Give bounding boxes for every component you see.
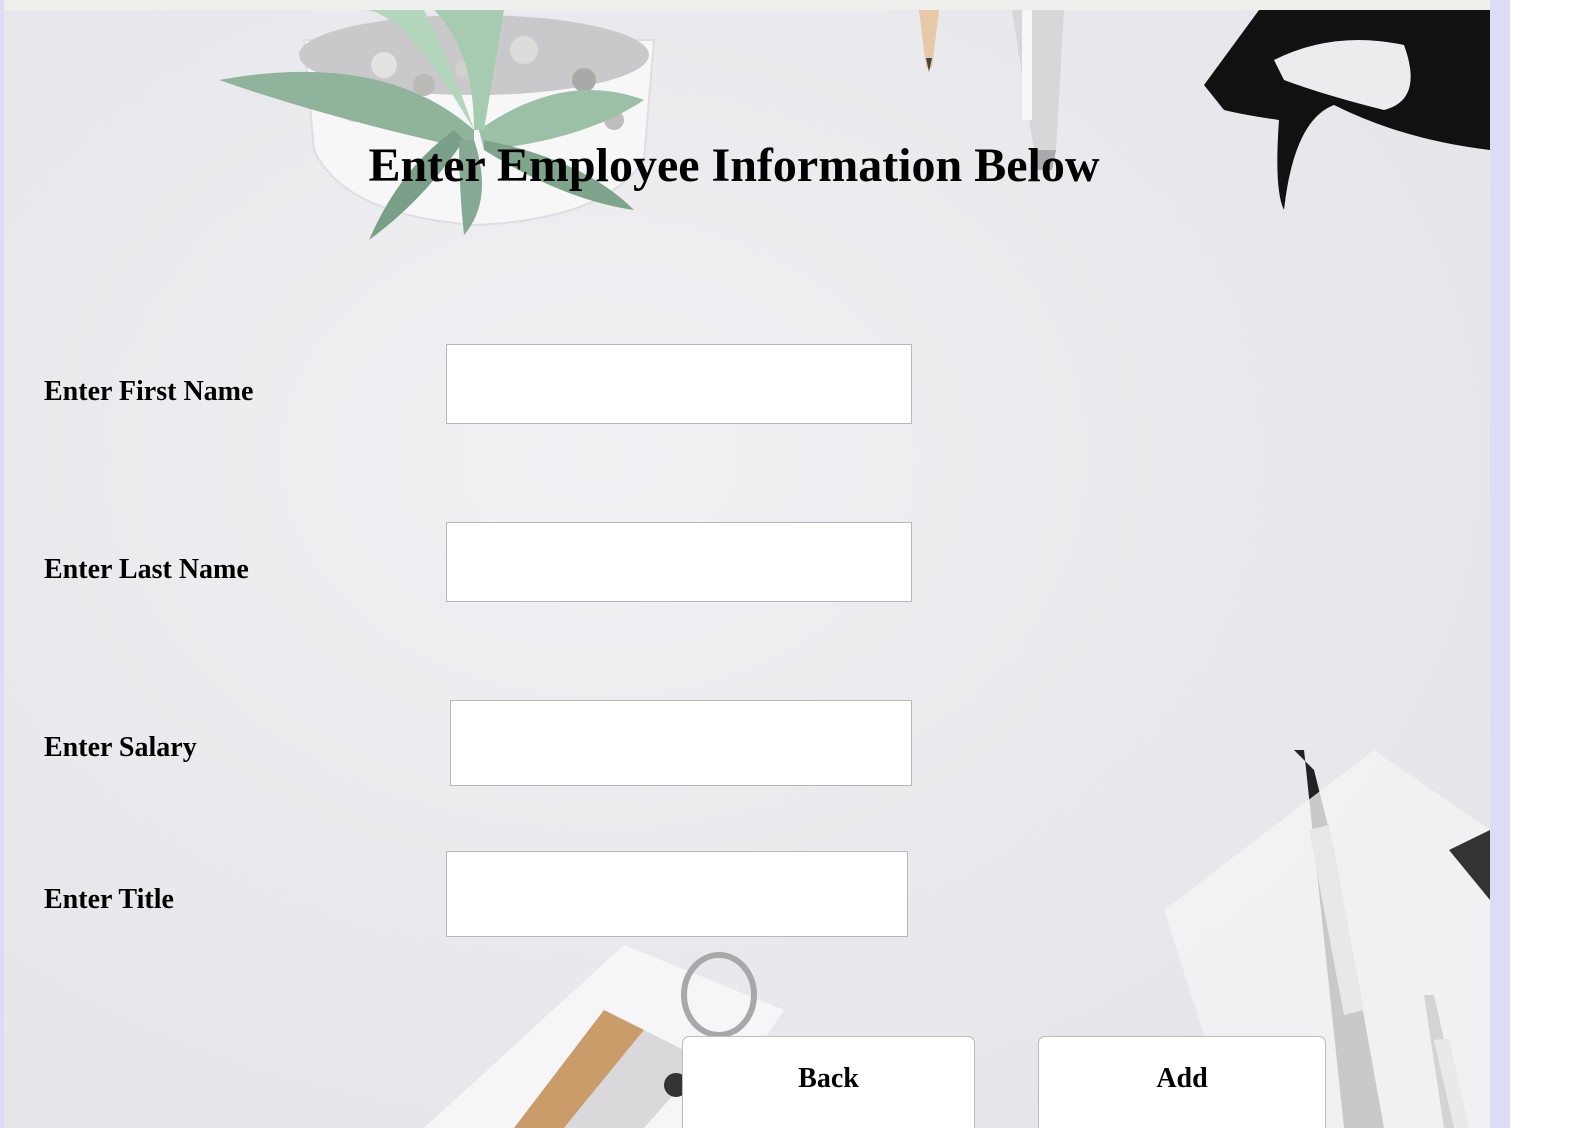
first-name-input[interactable]	[446, 344, 912, 424]
back-button-label: Back	[798, 1063, 859, 1094]
succulent-plant-image	[219, 10, 656, 240]
title-input[interactable]	[446, 851, 908, 937]
page-title: Enter Employee Information Below	[368, 139, 1100, 192]
page-margin-right	[1510, 0, 1584, 1128]
add-button-label: Add	[1156, 1063, 1208, 1094]
first-name-label: Enter First Name	[44, 376, 254, 407]
last-name-label: Enter Last Name	[44, 554, 249, 585]
top-bar	[4, 0, 1490, 10]
last-name-input[interactable]	[446, 522, 912, 602]
add-button[interactable]: Add	[1038, 1036, 1326, 1128]
window-frame-right	[1490, 0, 1510, 1128]
back-button[interactable]: Back	[682, 1036, 975, 1128]
app-window: Enter Employee Information Below Enter F…	[4, 0, 1490, 1128]
salary-label: Enter Salary	[44, 732, 197, 763]
salary-input[interactable]	[450, 700, 912, 786]
pencil-image	[919, 10, 939, 72]
title-label: Enter Title	[44, 884, 174, 915]
